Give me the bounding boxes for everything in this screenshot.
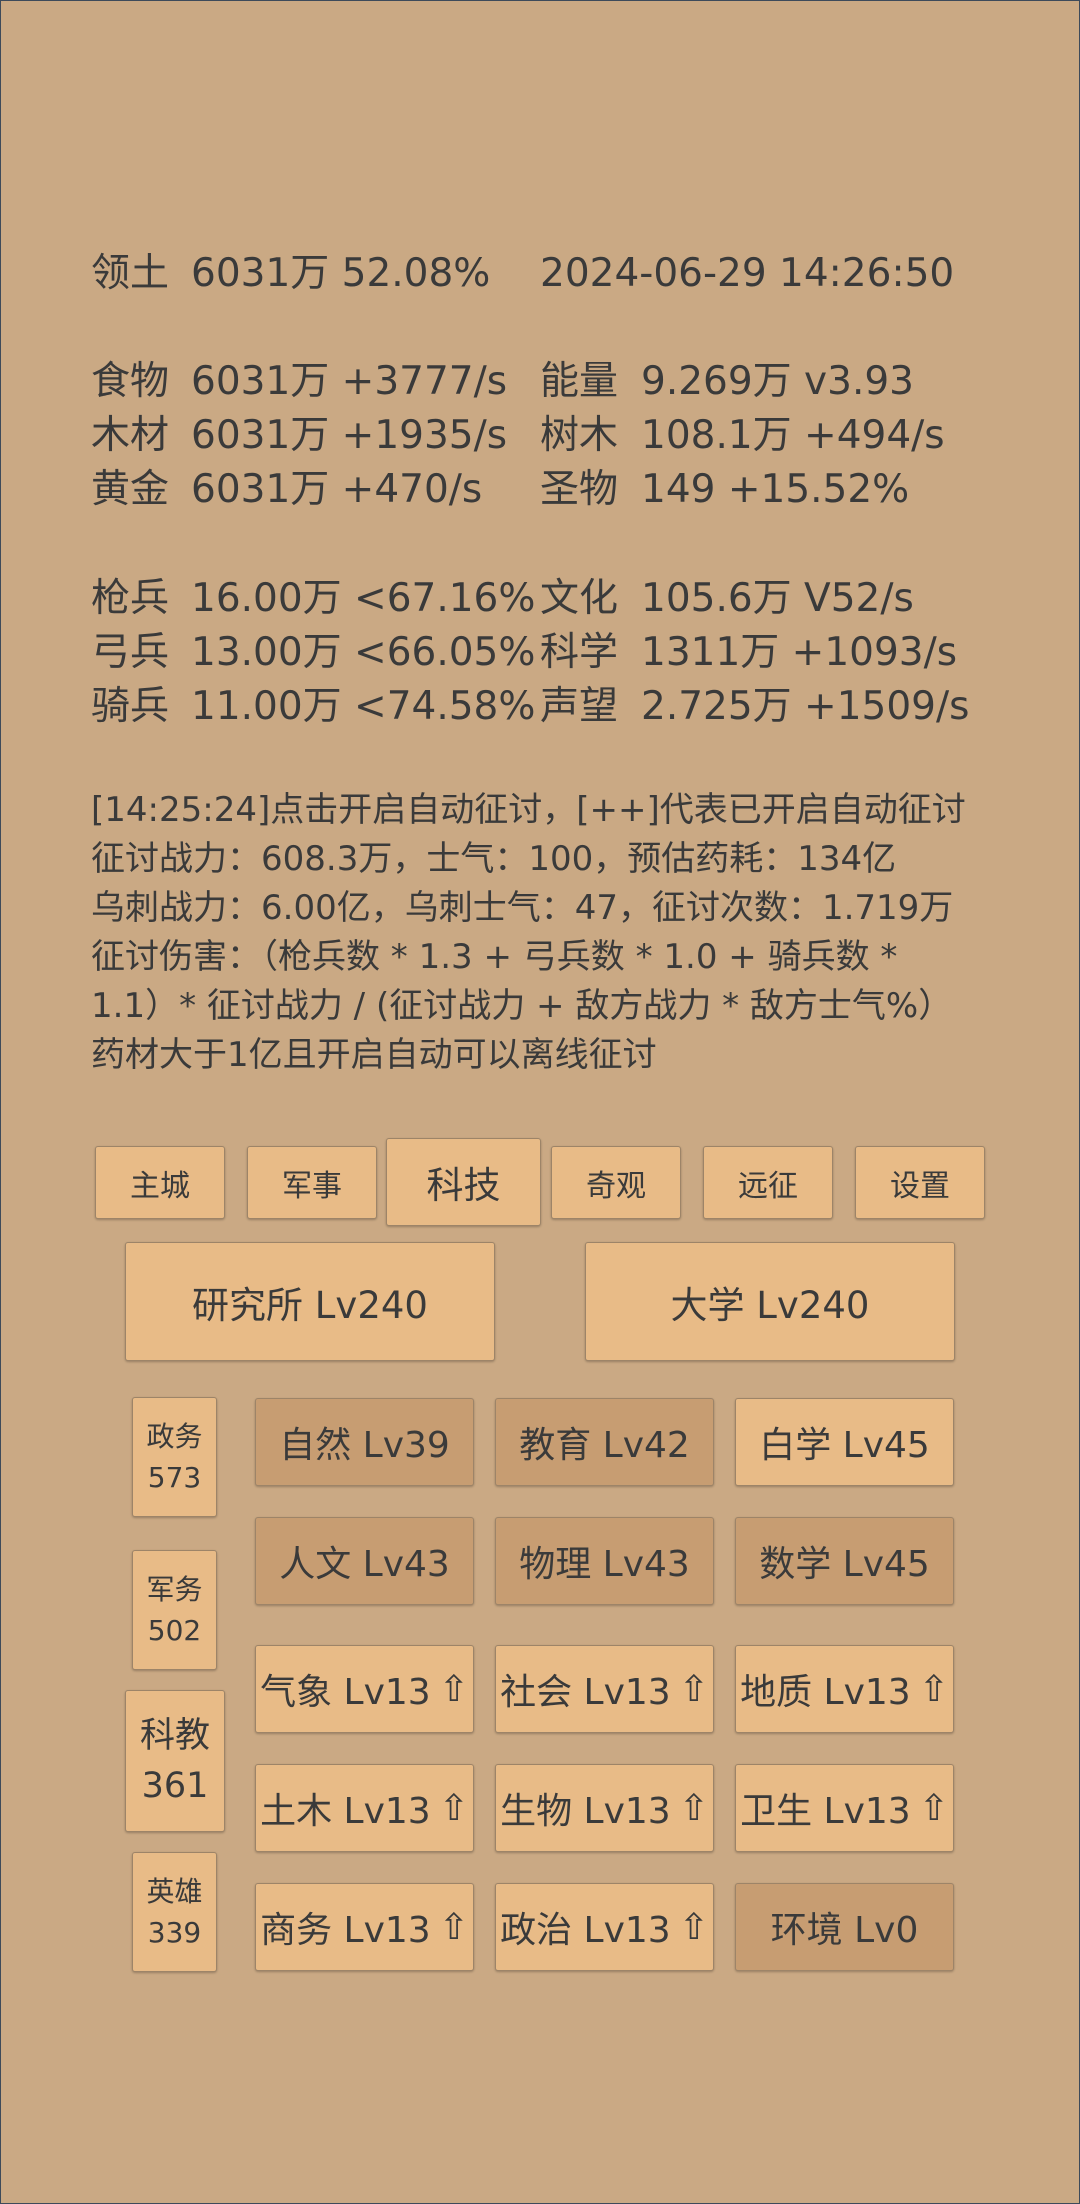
army-value: 11.00万 <74.58%	[191, 684, 536, 729]
army-row: 骑兵 11.00万 <74.58% 声望 2.725万 +1509/s	[0, 682, 1080, 732]
tech-label: 人文 Lv43	[279, 1544, 450, 1585]
tech-humanities-button[interactable]: 人文 Lv43	[255, 1517, 474, 1605]
upgrade-arrow-icon: ⇧	[918, 1787, 949, 1829]
resource-value: 108.1万 +494/s	[641, 413, 945, 458]
tech-commerce-button[interactable]: 商务 Lv13 ⇧	[255, 1883, 474, 1971]
side-item-name: 政务	[146, 1420, 203, 1453]
upgrade-arrow-icon: ⇧	[918, 1668, 949, 1710]
datetime: 2024-06-29 14:26:50	[540, 251, 955, 296]
stat-value: 2.725万 +1509/s	[641, 684, 970, 729]
upgrade-arrow-icon: ⇧	[678, 1906, 709, 1948]
resource-row: 木材 6031万 +1935/s 树木 108.1万 +494/s	[0, 411, 1080, 461]
tab-settings[interactable]: 设置	[855, 1146, 985, 1219]
tech-label: 生物 Lv13	[500, 1791, 671, 1832]
resource-value: 6031万 +1935/s	[191, 413, 508, 458]
battle-log[interactable]: [14:25:24]点击开启自动征讨，[++]代表已开启自动征讨 征讨战力：60…	[91, 786, 1051, 1080]
resource-value: 6031万 +3777/s	[191, 359, 508, 404]
log-line: 征讨战力：608.3万，士气：100，预估药耗：134亿	[91, 839, 897, 879]
tech-environment-button[interactable]: 环境 Lv0	[735, 1883, 954, 1971]
log-line: 1.1）* 征讨战力 / (征讨战力 + 敌方战力 * 敌方士气%）	[91, 986, 953, 1026]
side-item-name: 军务	[146, 1573, 203, 1606]
territory-label: 领土	[91, 251, 170, 296]
stat-label: 声望	[540, 684, 619, 729]
tab-technology[interactable]: 科技	[386, 1138, 541, 1226]
tech-label: 商务 Lv13	[260, 1910, 431, 1951]
university-button[interactable]: 大学 Lv240	[585, 1242, 955, 1361]
resource-label: 木材	[91, 413, 170, 458]
tab-expedition[interactable]: 远征	[703, 1146, 833, 1219]
research-institute-button[interactable]: 研究所 Lv240	[125, 1242, 495, 1361]
log-line: 乌刺战力：6.00亿，乌刺士气：47，征讨次数：1.719万	[91, 888, 954, 928]
tech-label: 社会 Lv13	[500, 1672, 671, 1713]
upgrade-arrow-icon: ⇧	[438, 1906, 469, 1948]
tech-physics-button[interactable]: 物理 Lv43	[495, 1517, 714, 1605]
tech-civil-engineering-button[interactable]: 土木 Lv13 ⇧	[255, 1764, 474, 1852]
side-item-value: 361	[141, 1766, 209, 1806]
resource-label: 圣物	[540, 467, 619, 512]
side-item-military-affairs[interactable]: 军务 502	[132, 1550, 217, 1670]
log-line: 药材大于1亿且开启自动可以离线征讨	[91, 1035, 657, 1075]
tech-label: 政治 Lv13	[500, 1910, 671, 1951]
resource-row: 食物 6031万 +3777/s 能量 9.269万 v3.93	[0, 357, 1080, 407]
tech-label: 卫生 Lv13	[740, 1791, 911, 1832]
stat-value: 105.6万 V52/s	[641, 576, 914, 621]
tech-education-button[interactable]: 教育 Lv42	[495, 1398, 714, 1486]
tech-label: 数学 Lv45	[759, 1544, 930, 1585]
stat-label: 科学	[540, 630, 619, 675]
tech-nature-button[interactable]: 自然 Lv39	[255, 1398, 474, 1486]
resource-value: 149 +15.52%	[641, 467, 910, 512]
upgrade-arrow-icon: ⇧	[438, 1787, 469, 1829]
tech-label: 土木 Lv13	[260, 1791, 431, 1832]
tech-label: 地质 Lv13	[740, 1672, 911, 1713]
army-label: 骑兵	[91, 684, 170, 729]
tech-meteorology-button[interactable]: 气象 Lv13 ⇧	[255, 1645, 474, 1733]
tech-label: 气象 Lv13	[260, 1672, 431, 1713]
army-row: 枪兵 16.00万 <67.16% 文化 105.6万 V52/s	[0, 574, 1080, 624]
resource-label: 黄金	[91, 467, 170, 512]
tech-geology-button[interactable]: 地质 Lv13 ⇧	[735, 1645, 954, 1733]
tech-hygiene-button[interactable]: 卫生 Lv13 ⇧	[735, 1764, 954, 1852]
upgrade-arrow-icon: ⇧	[678, 1787, 709, 1829]
stat-value: 1311万 +1093/s	[641, 630, 958, 675]
upgrade-arrow-icon: ⇧	[678, 1668, 709, 1710]
tech-label: 自然 Lv39	[279, 1425, 450, 1466]
army-row: 弓兵 13.00万 <66.05% 科学 1311万 +1093/s	[0, 628, 1080, 678]
side-item-heroes[interactable]: 英雄 339	[132, 1852, 217, 1972]
tech-label: 物理 Lv43	[519, 1544, 690, 1585]
log-line: [14:25:24]点击开启自动征讨，[++]代表已开启自动征讨	[91, 790, 966, 830]
tech-politics-button[interactable]: 政治 Lv13 ⇧	[495, 1883, 714, 1971]
side-item-value: 573	[147, 1461, 202, 1494]
log-line: 征讨伤害：（枪兵数 * 1.3 + 弓兵数 * 1.0 + 骑兵数 *	[91, 937, 898, 977]
tab-wonders[interactable]: 奇观	[551, 1146, 681, 1219]
resource-label: 食物	[91, 359, 170, 404]
territory-value: 6031万 52.08%	[191, 251, 491, 296]
tech-math-button[interactable]: 数学 Lv45	[735, 1517, 954, 1605]
tech-baixue-button[interactable]: 白学 Lv45	[735, 1398, 954, 1486]
army-value: 16.00万 <67.16%	[191, 576, 536, 621]
resource-value: 6031万 +470/s	[191, 467, 483, 512]
resource-value: 9.269万 v3.93	[641, 359, 914, 404]
tech-label: 环境 Lv0	[770, 1910, 919, 1951]
army-label: 弓兵	[91, 630, 170, 675]
resource-row: 黄金 6031万 +470/s 圣物 149 +15.52%	[0, 465, 1080, 515]
upgrade-arrow-icon: ⇧	[438, 1668, 469, 1710]
side-item-science-education[interactable]: 科教 361	[125, 1690, 225, 1832]
side-item-value: 339	[147, 1916, 202, 1949]
resource-label: 树木	[540, 413, 619, 458]
army-label: 枪兵	[91, 576, 170, 621]
stat-label: 文化	[540, 576, 619, 621]
side-item-value: 502	[147, 1614, 202, 1647]
side-item-name: 科教	[139, 1716, 210, 1756]
tech-label: 白学 Lv45	[759, 1425, 930, 1466]
tech-label: 教育 Lv42	[519, 1425, 690, 1466]
side-item-government[interactable]: 政务 573	[132, 1397, 217, 1517]
territory-row: 领土 6031万 52.08% 2024-06-29 14:26:50	[0, 249, 1080, 299]
side-item-name: 英雄	[146, 1875, 203, 1908]
tab-military[interactable]: 军事	[247, 1146, 377, 1219]
resource-label: 能量	[540, 359, 619, 404]
tab-main-city[interactable]: 主城	[95, 1146, 225, 1219]
tech-biology-button[interactable]: 生物 Lv13 ⇧	[495, 1764, 714, 1852]
tech-society-button[interactable]: 社会 Lv13 ⇧	[495, 1645, 714, 1733]
army-value: 13.00万 <66.05%	[191, 630, 536, 675]
